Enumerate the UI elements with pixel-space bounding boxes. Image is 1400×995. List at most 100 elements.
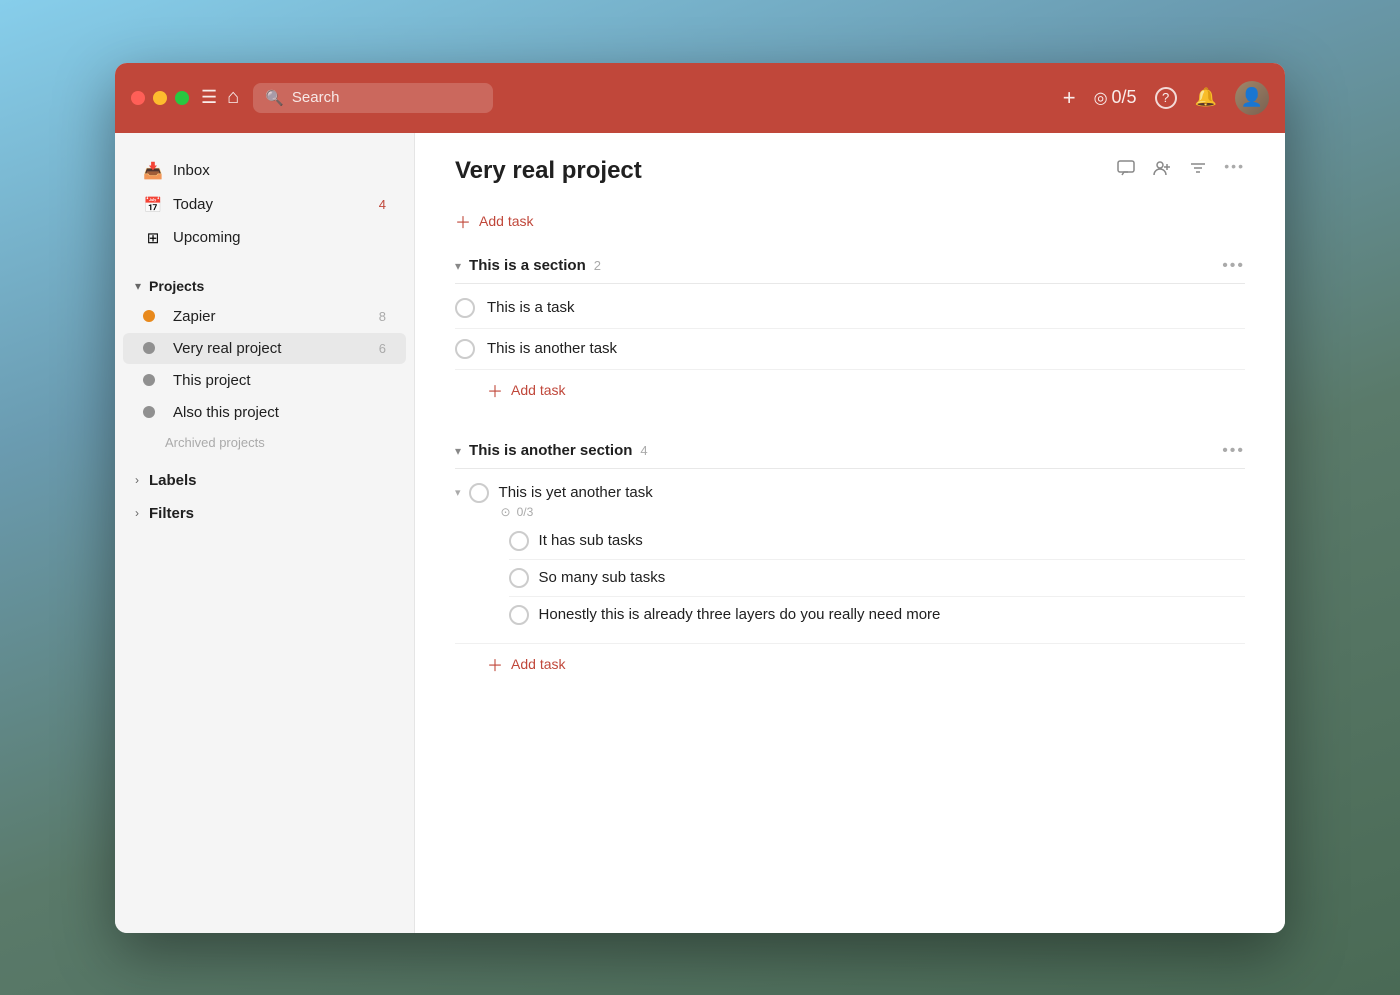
- home-icon: ⌂: [227, 86, 239, 108]
- subtask-count-icon: ⊙: [501, 505, 511, 519]
- home-button[interactable]: ⌂: [227, 86, 239, 109]
- subtask-count-row: ⊙ 0/3: [469, 505, 1245, 519]
- section-1-count: 2: [594, 258, 601, 273]
- help-icon: ?: [1155, 87, 1177, 109]
- list-item[interactable]: Honestly this is already three layers do…: [509, 597, 1245, 633]
- section-2-count: 4: [640, 443, 647, 458]
- labels-section[interactable]: › Labels: [115, 464, 414, 497]
- subtask-main: This is yet another task ⊙ 0/3 It has su…: [469, 483, 1245, 633]
- titlebar-right: + ◎ 0/5 ? 🔔 👤: [1063, 81, 1269, 115]
- subtask-1-checkbox[interactable]: [509, 531, 529, 551]
- search-icon: 🔍: [265, 89, 284, 107]
- close-button[interactable]: [131, 91, 145, 105]
- sidebar-item-upcoming[interactable]: ⊞ Upcoming: [123, 222, 406, 254]
- titlebar: ☰ ⌂ 🔍 Search + ◎ 0/5 ? 🔔 👤: [115, 63, 1285, 133]
- subtask-title-row: This is yet another task: [469, 483, 1245, 503]
- sidebar-item-this-project[interactable]: This project: [123, 365, 406, 396]
- section-1-title: This is a section: [469, 257, 586, 274]
- subtask-count: 0/3: [517, 505, 534, 519]
- section-2-add-task-button[interactable]: ＋ Add task: [455, 644, 1245, 684]
- inbox-icon: 📥: [143, 161, 163, 181]
- section-1-chevron-icon[interactable]: ▾: [455, 259, 461, 273]
- today-badge: 4: [379, 197, 386, 212]
- projects-header[interactable]: ▾ Projects: [115, 266, 414, 300]
- karma-icon: ◎: [1094, 88, 1108, 108]
- filter-button[interactable]: [1188, 158, 1208, 183]
- also-this-project-label: Also this project: [173, 404, 386, 421]
- list-item[interactable]: It has sub tasks: [509, 523, 1245, 560]
- very-real-project-badge: 6: [379, 341, 386, 356]
- task-3-checkbox[interactable]: [469, 483, 489, 503]
- this-project-label: This project: [173, 372, 386, 389]
- search-box[interactable]: 🔍 Search: [253, 83, 493, 113]
- subtask-3-checkbox[interactable]: [509, 605, 529, 625]
- task-row: ▾ This is yet another task ⊙ 0/3: [455, 473, 1245, 644]
- add-task-button[interactable]: +: [1063, 85, 1076, 111]
- project-view: Very real project ••• ＋ Add task: [415, 133, 1285, 933]
- karma-button[interactable]: ◎ 0/5: [1094, 87, 1137, 108]
- add-icon: ＋: [455, 209, 471, 233]
- subtask-expand-icon[interactable]: ▾: [455, 486, 461, 499]
- labels-chevron-icon: ›: [135, 473, 139, 487]
- inbox-label: Inbox: [173, 162, 386, 179]
- very-real-project-label: Very real project: [173, 340, 369, 357]
- section-1-more-button[interactable]: •••: [1222, 257, 1245, 275]
- section-2-more-button[interactable]: •••: [1222, 442, 1245, 460]
- task-row[interactable]: This is a task: [455, 288, 1245, 329]
- sidebar-item-also-this-project[interactable]: Also this project: [123, 397, 406, 428]
- sidebar-item-inbox[interactable]: 📥 Inbox: [123, 154, 406, 188]
- task-2-text: This is another task: [487, 340, 617, 357]
- project-header: Very real project •••: [455, 157, 1245, 185]
- add-member-button[interactable]: [1152, 158, 1172, 183]
- section-2-title: This is another section: [469, 442, 632, 459]
- section-2-header: ▾ This is another section 4 •••: [455, 434, 1245, 469]
- sidebar: 📥 Inbox 📅 Today 4 ⊞ Upcoming ▾ Projects: [115, 133, 415, 933]
- today-label: Today: [173, 196, 369, 213]
- section-1-add-task-button[interactable]: ＋ Add task: [455, 370, 1245, 410]
- task-row[interactable]: This is another task: [455, 329, 1245, 370]
- bell-icon: 🔔: [1195, 87, 1217, 108]
- task-1-text: This is a task: [487, 299, 575, 316]
- maximize-button[interactable]: [175, 91, 189, 105]
- project-dot-this: [143, 374, 163, 386]
- section-2-chevron-icon[interactable]: ▾: [455, 444, 461, 458]
- minimize-button[interactable]: [153, 91, 167, 105]
- notifications-button[interactable]: 🔔: [1195, 87, 1217, 108]
- project-actions: •••: [1116, 158, 1245, 183]
- archived-projects-label[interactable]: Archived projects: [145, 429, 414, 456]
- add-task-top-button[interactable]: ＋ Add task: [455, 201, 1245, 241]
- filters-section[interactable]: › Filters: [115, 497, 414, 530]
- window-controls: [131, 91, 189, 105]
- today-icon: 📅: [143, 196, 163, 214]
- project-dot-zapier: [143, 310, 163, 322]
- project-dot-also: [143, 406, 163, 418]
- subtask-children: It has sub tasks So many sub tasks Hones…: [469, 523, 1245, 633]
- projects-title: Projects: [149, 278, 204, 294]
- avatar[interactable]: 👤: [1235, 81, 1269, 115]
- upcoming-icon: ⊞: [143, 229, 163, 247]
- subtask-2-checkbox[interactable]: [509, 568, 529, 588]
- sidebar-item-zapier[interactable]: Zapier 8: [123, 301, 406, 332]
- labels-filters: › Labels › Filters: [115, 464, 414, 530]
- upcoming-label: Upcoming: [173, 229, 386, 246]
- subtask-3-text: Honestly this is already three layers do…: [539, 606, 941, 623]
- projects-chevron-icon: ▾: [135, 279, 141, 293]
- section-2: ▾ This is another section 4 ••• ▾ This i…: [455, 434, 1245, 684]
- task-2-checkbox[interactable]: [455, 339, 475, 359]
- search-placeholder: Search: [292, 89, 340, 106]
- sidebar-item-today[interactable]: 📅 Today 4: [123, 189, 406, 221]
- subtask-2-text: So many sub tasks: [539, 569, 666, 586]
- comment-button[interactable]: [1116, 158, 1136, 183]
- list-item[interactable]: So many sub tasks: [509, 560, 1245, 597]
- section-1: ▾ This is a section 2 ••• This is a task…: [455, 249, 1245, 410]
- more-options-button[interactable]: •••: [1224, 158, 1245, 183]
- menu-icon[interactable]: ☰: [201, 87, 217, 108]
- task-3-text: This is yet another task: [499, 484, 653, 501]
- project-dot-very-real: [143, 342, 163, 354]
- zapier-badge: 8: [379, 309, 386, 324]
- sidebar-item-very-real-project[interactable]: Very real project 6: [123, 333, 406, 364]
- labels-label: Labels: [149, 472, 197, 489]
- app-window: ☰ ⌂ 🔍 Search + ◎ 0/5 ? 🔔 👤: [115, 63, 1285, 933]
- help-button[interactable]: ?: [1155, 87, 1177, 109]
- task-1-checkbox[interactable]: [455, 298, 475, 318]
